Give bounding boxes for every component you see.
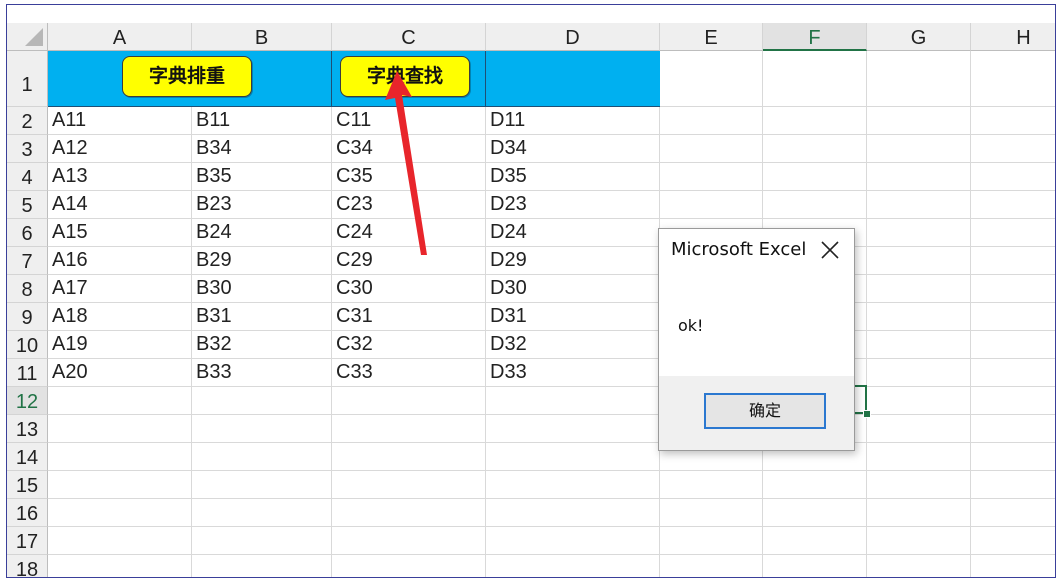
dialog-message: ok! (678, 316, 704, 335)
ok-button[interactable]: 确定 (704, 393, 826, 429)
message-box: Microsoft Excel ok! 确定 (658, 228, 855, 451)
annotation-arrow (385, 71, 427, 255)
dialog-title: Microsoft Excel (671, 239, 807, 260)
close-icon[interactable] (819, 239, 841, 261)
excel-window: A B C D E F G H 1 2 3 4 5 6 7 8 9 10 11 12 13 14 15 16 17 18 A11 B1… (6, 4, 1056, 578)
dialog-footer: 确定 (659, 376, 854, 450)
